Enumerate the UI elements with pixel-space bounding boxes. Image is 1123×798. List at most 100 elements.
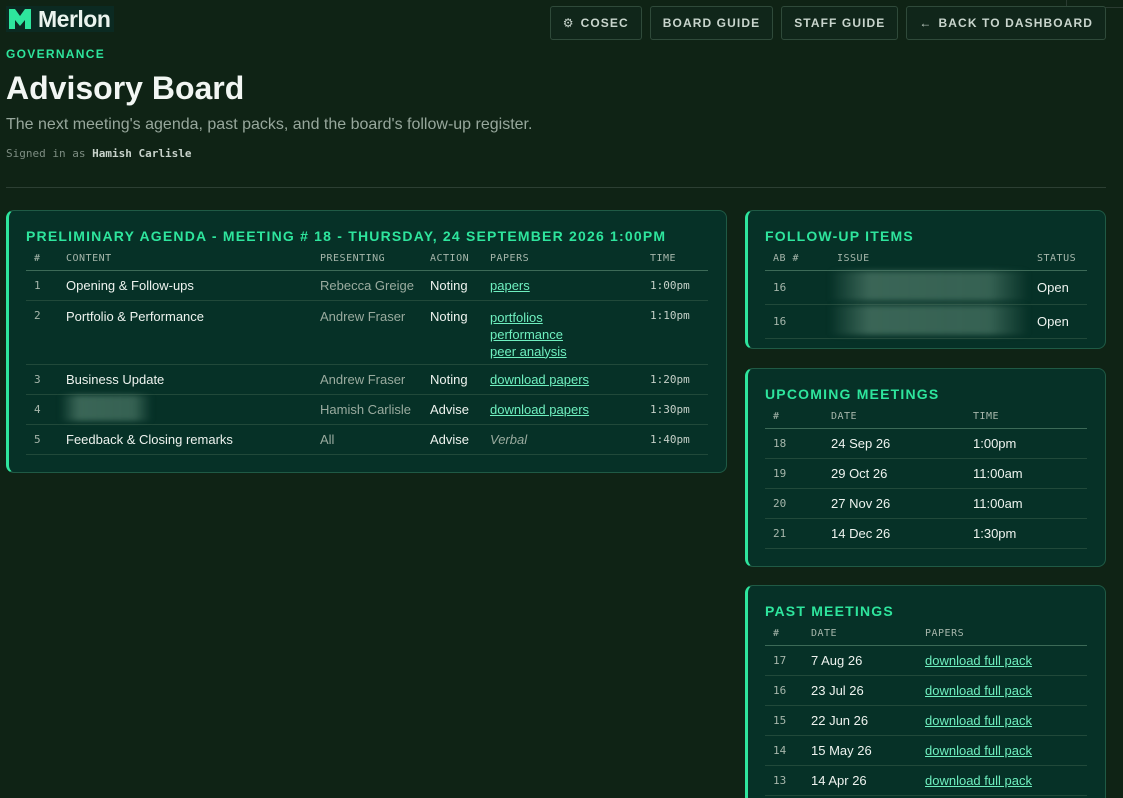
agenda-time: 1:00pm [642, 270, 708, 301]
upcoming-title: UPCOMING MEETINGS [765, 386, 940, 402]
past-date: 7 Aug 26 [803, 645, 917, 676]
agenda-time: 1:10pm [642, 300, 708, 365]
past-num: 16 [765, 675, 803, 706]
agenda-action: Noting [422, 364, 482, 395]
download-full-pack-link[interactable]: download full pack [925, 682, 1079, 699]
followups-header-row: AB # ISSUE STATUS [765, 248, 1087, 271]
past-table: # DATE PAPERS 17 7 Aug 26 download full … [765, 623, 1087, 796]
agenda-panel: PRELIMINARY AGENDA - MEETING # 18 - THUR… [6, 210, 727, 473]
gear-icon: ⚙ [562, 16, 575, 30]
past-header-row: # DATE PAPERS [765, 623, 1087, 646]
staff-guide-button[interactable]: STAFF GUIDE [781, 6, 899, 40]
upcoming-num: 19 [765, 458, 823, 489]
upcoming-time: 1:30pm [965, 518, 1087, 549]
agenda-num: 5 [26, 424, 58, 455]
back-label: BACK TO DASHBOARD [938, 16, 1093, 30]
download-full-pack-link[interactable]: download full pack [925, 652, 1079, 669]
upcoming-header-row: # DATE TIME [765, 406, 1087, 429]
upcoming-date: 29 Oct 26 [823, 458, 965, 489]
followup-issue-redacted [829, 304, 1029, 339]
agenda-papers: download papers [482, 394, 642, 425]
merlon-logo-icon [9, 9, 31, 29]
upcoming-panel: UPCOMING MEETINGS # DATE TIME 18 24 Sep … [745, 368, 1106, 567]
agenda-num: 1 [26, 270, 58, 301]
past-row: 14 15 May 26 download full pack [765, 735, 1087, 766]
agenda-table: # CONTENT PRESENTING ACTION PAPERS TIME … [26, 248, 708, 455]
past-papers: download full pack [917, 705, 1087, 736]
redacted-issue [829, 270, 1029, 301]
agenda-num: 2 [26, 300, 58, 365]
top-nav: ⚙ COSEC BOARD GUIDE STAFF GUIDE ← BACK T… [549, 6, 1106, 40]
agenda-col-action: ACTION [422, 248, 482, 271]
followups-col-status: STATUS [1029, 248, 1087, 271]
past-num: 13 [765, 765, 803, 796]
board-guide-button[interactable]: BOARD GUIDE [649, 6, 774, 40]
papers-link[interactable]: papers [490, 277, 634, 294]
brand-name: Merlon [38, 5, 111, 32]
upcoming-date: 27 Nov 26 [823, 488, 965, 519]
followup-row: 16 Open [765, 304, 1087, 339]
page-subtitle: The next meeting's agenda, past packs, a… [6, 116, 533, 133]
brand-logo[interactable]: Merlon [6, 5, 115, 32]
redacted-issue [829, 304, 1029, 335]
agenda-row: 1 Opening & Follow-ups Rebecca Greige No… [26, 270, 708, 301]
download-papers-link[interactable]: download papers [490, 371, 634, 388]
download-full-pack-link[interactable]: download full pack [925, 742, 1079, 759]
agenda-time: 1:30pm [642, 394, 708, 425]
upcoming-time: 11:00am [965, 488, 1087, 519]
upcoming-num: 20 [765, 488, 823, 519]
agenda-content: Portfolio & Performance [58, 300, 312, 365]
agenda-row: 2 Portfolio & Performance Andrew Fraser … [26, 300, 708, 365]
past-papers: download full pack [917, 765, 1087, 796]
agenda-presenting: All [312, 424, 422, 455]
followup-issue-redacted [829, 270, 1029, 305]
header-divider [6, 187, 1106, 188]
agenda-row: 5 Feedback & Closing remarks All Advise … [26, 424, 708, 455]
agenda-papers: Verbal [482, 424, 642, 455]
upcoming-date: 14 Dec 26 [823, 518, 965, 549]
agenda-presenting: Andrew Fraser [312, 364, 422, 395]
agenda-presenting: Hamish Carlisle [312, 394, 422, 425]
cosec-label: COSEC [580, 16, 629, 30]
signed-in-prefix: Signed in as [6, 147, 86, 160]
past-papers: download full pack [917, 735, 1087, 766]
upcoming-date: 24 Sep 26 [823, 428, 965, 459]
download-full-pack-link[interactable]: download full pack [925, 772, 1079, 789]
agenda-num: 3 [26, 364, 58, 395]
portfolios-link[interactable]: portfolios [490, 309, 634, 326]
agenda-col-num: # [26, 248, 58, 271]
past-papers: download full pack [917, 675, 1087, 706]
followups-table: AB # ISSUE STATUS 16 Open 16 Open [765, 248, 1087, 339]
download-papers-link[interactable]: download papers [490, 401, 634, 418]
past-num: 15 [765, 705, 803, 736]
board-guide-label: BOARD GUIDE [662, 16, 761, 30]
past-panel: PAST MEETINGS # DATE PAPERS 17 7 Aug 26 … [745, 585, 1106, 798]
performance-link[interactable]: performance [490, 326, 634, 343]
agenda-content: Opening & Follow-ups [58, 270, 312, 301]
upcoming-row: 21 14 Dec 26 1:30pm [765, 518, 1087, 549]
followup-status: Open [1029, 304, 1087, 339]
back-to-dashboard-button[interactable]: ← BACK TO DASHBOARD [906, 6, 1106, 40]
agenda-header-row: # CONTENT PRESENTING ACTION PAPERS TIME [26, 248, 708, 271]
peer-analysis-link[interactable]: peer analysis [490, 343, 634, 360]
download-full-pack-link[interactable]: download full pack [925, 712, 1079, 729]
followups-col-ab: AB # [765, 248, 829, 271]
upcoming-col-num: # [765, 406, 823, 429]
agenda-time: 1:40pm [642, 424, 708, 455]
cosec-button[interactable]: ⚙ COSEC [549, 6, 642, 40]
agenda-row: 3 Business Update Andrew Fraser Noting d… [26, 364, 708, 395]
agenda-presenting: Andrew Fraser [312, 300, 422, 365]
agenda-content: Feedback & Closing remarks [58, 424, 312, 455]
redacted-content [60, 394, 152, 421]
past-date: 22 Jun 26 [803, 705, 917, 736]
past-col-date: DATE [803, 623, 917, 646]
agenda-content-redacted [58, 394, 312, 425]
upcoming-num: 18 [765, 428, 823, 459]
followup-ab: 16 [765, 304, 829, 339]
agenda-col-time: TIME [642, 248, 708, 271]
past-row: 17 7 Aug 26 download full pack [765, 645, 1087, 676]
agenda-col-content: CONTENT [58, 248, 312, 271]
past-title: PAST MEETINGS [765, 603, 894, 619]
followups-title: FOLLOW-UP ITEMS [765, 228, 914, 244]
upcoming-row: 18 24 Sep 26 1:00pm [765, 428, 1087, 459]
